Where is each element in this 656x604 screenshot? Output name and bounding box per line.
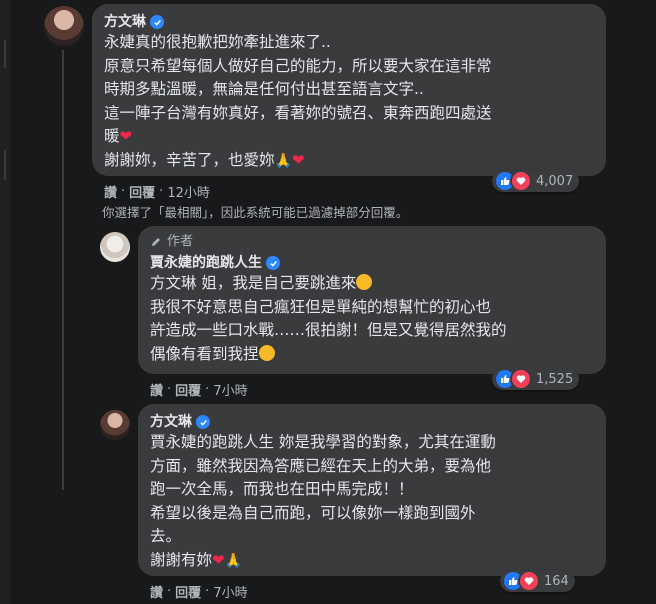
comment-actions: 讚 · 回覆 · 12小時 (104, 182, 210, 201)
timestamp[interactable]: 7小時 (213, 380, 247, 399)
reaction-summary[interactable]: 164 (500, 570, 575, 592)
comment-actions: 讚 · 回覆 · 7小時 (150, 582, 248, 601)
like-button[interactable]: 讚 (150, 380, 163, 399)
heart-emoji: ❤ (119, 127, 133, 145)
comment-bubble: 方文琳 賈永婕的跑跳人生 妳是我學習的對象，尤其在運動 方面，雖然我因為答應已經在… (138, 404, 606, 576)
avatar[interactable] (44, 6, 84, 46)
heart-emoji: ❤ (212, 550, 225, 569)
comment-text: 方文琳 姐，我是自己要跳進來 我很不好意思自己瘋狂但是單純的想幫忙的初心也 許造成一… (150, 274, 507, 363)
comment-bubble: 作者 賈永婕的跑跳人生 方文琳 姐，我是自己要跳進來 我很不好意思自己瘋狂但是單純… (138, 226, 606, 374)
commenter-name[interactable]: 方文琳 (150, 413, 192, 431)
timestamp[interactable]: 12小時 (167, 182, 210, 201)
separator: · (159, 184, 164, 199)
separator: · (121, 184, 126, 199)
separator: · (167, 584, 172, 599)
reaction-summary[interactable]: 1,525 (492, 368, 580, 390)
pray-emoji: 🙏 (274, 152, 292, 169)
reply-button[interactable]: 回覆 (175, 380, 201, 399)
love-reaction-icon (510, 368, 532, 390)
love-reaction-icon (510, 170, 532, 192)
avatar[interactable] (100, 410, 130, 440)
grin-emoji (356, 274, 373, 290)
comment-actions: 讚 · 回覆 · 7小時 (150, 380, 248, 399)
thread-line (62, 50, 64, 490)
left-panel-edge (0, 0, 10, 604)
filter-note: 你選擇了「最相關」，因此系統可能已過濾掉部分回覆。 (102, 205, 409, 220)
scroll-mark (4, 150, 6, 180)
reaction-count: 1,525 (536, 371, 574, 387)
reaction-count: 164 (544, 573, 569, 589)
comment-bubble: 方文琳 永婕真的很抱歉把妳牽扯進來了.. 原意只希望每個人做好自己的能力，所以要大… (92, 4, 606, 176)
love-reaction-icon (518, 570, 540, 592)
like-button[interactable]: 讚 (150, 582, 163, 601)
separator: · (205, 382, 210, 397)
comment-text: 賈永婕的跑跳人生 妳是我學習的對象，尤其在運動 方面，雖然我因為答應已經在天上的大… (150, 433, 496, 569)
reply-button[interactable]: 回覆 (129, 182, 155, 201)
reaction-summary[interactable]: 4,007 (492, 170, 580, 192)
reaction-count: 4,007 (536, 173, 574, 189)
verified-badge-icon (196, 415, 210, 429)
kiss-emoji (258, 344, 275, 361)
verified-badge-icon (150, 15, 164, 29)
like-button[interactable]: 讚 (104, 182, 117, 201)
scroll-mark (4, 40, 6, 68)
separator: · (205, 584, 210, 599)
comment-text: 永婕真的很抱歉把妳牽扯進來了.. 原意只希望每個人做好自己的能力，所以要大家在這非… (104, 33, 492, 169)
heart-emoji: ❤ (291, 150, 305, 169)
commenter-name[interactable]: 方文琳 (104, 13, 146, 31)
author-badge: 作者 (167, 234, 194, 249)
reply-button[interactable]: 回覆 (175, 582, 201, 601)
verified-badge-icon (266, 256, 280, 270)
commenter-name[interactable]: 賈永婕的跑跳人生 (150, 254, 262, 272)
avatar[interactable] (100, 232, 130, 262)
timestamp[interactable]: 7小時 (213, 582, 247, 601)
pray-emoji: 🙏 (224, 552, 243, 569)
pencil-icon (152, 238, 160, 246)
separator: · (167, 382, 172, 397)
